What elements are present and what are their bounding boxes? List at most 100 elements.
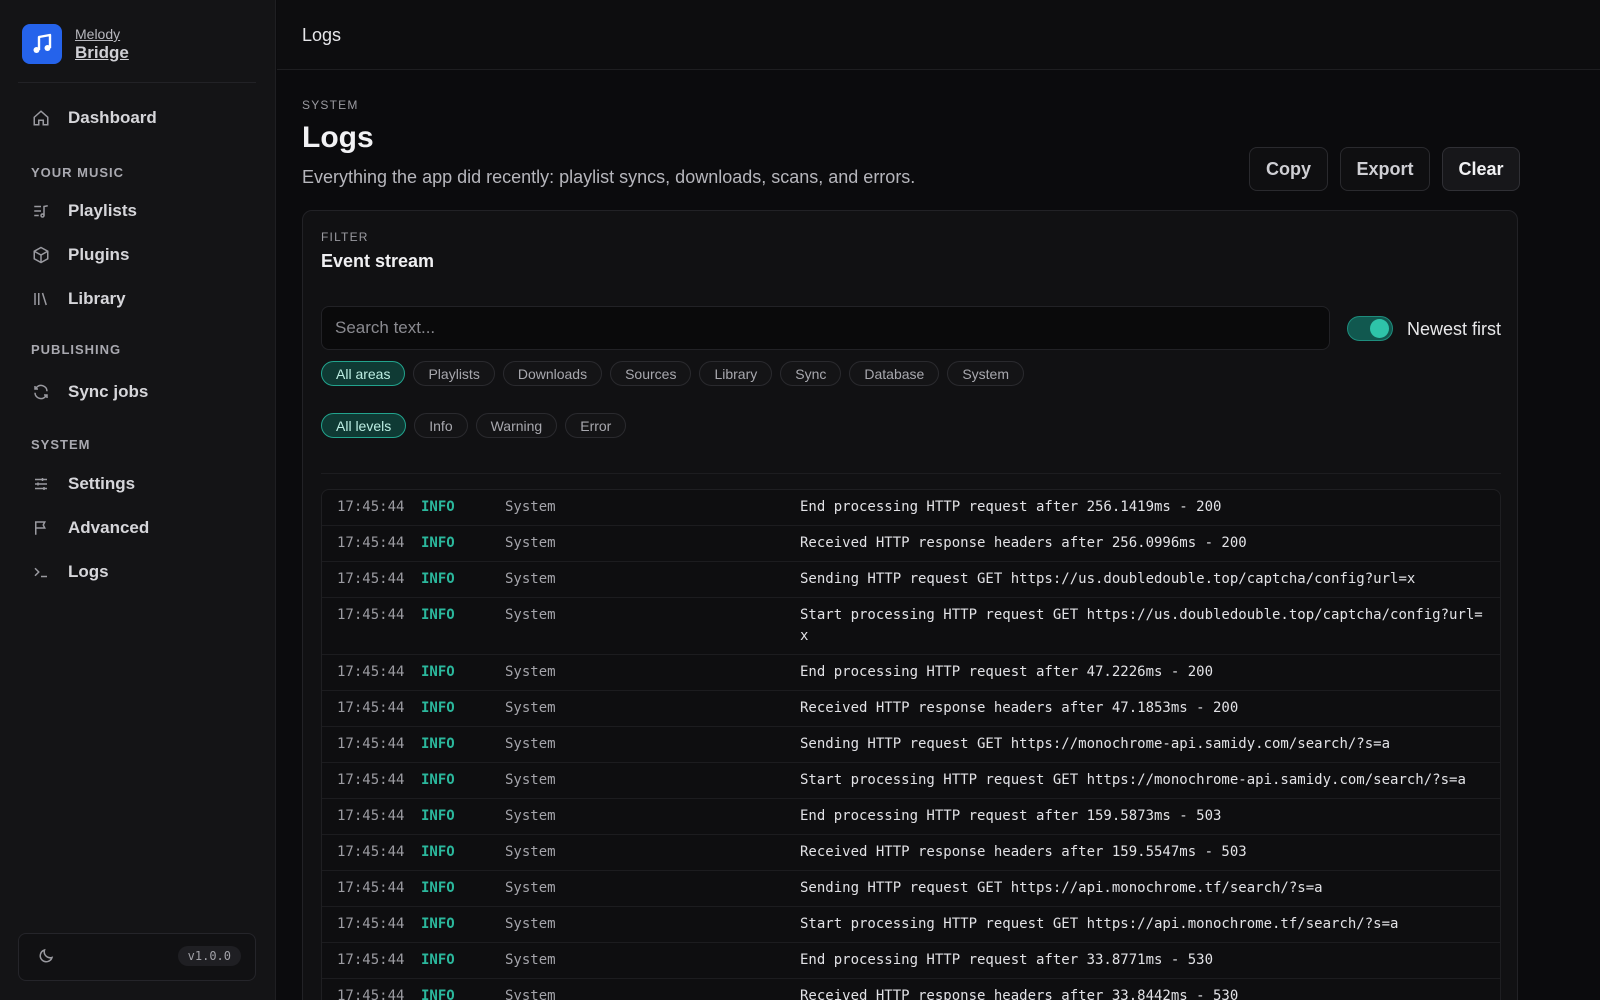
log-level: INFO [421,880,455,896]
log-area: System [505,535,556,551]
log-row: 17:45:44 INFO System Sending HTTP request G… [322,562,1500,598]
sidebar-item-label: Settings [68,474,136,493]
log-area: System [505,988,556,1000]
sidebar-item-plugins[interactable]: Plugins [18,237,256,273]
log-area: System [505,844,556,860]
sidebar-item-advanced[interactable]: Advanced [18,510,256,546]
log-message: Received HTTP response headers after 256… [800,535,1247,551]
moon-icon[interactable] [37,947,57,967]
playlist-icon [30,200,52,222]
area-chip-system[interactable]: System [947,361,1024,386]
log-time: 17:45:44 [337,535,405,551]
log-time: 17:45:44 [337,571,405,587]
music-note-icon [22,24,62,64]
area-chip-library[interactable]: Library [699,361,773,386]
search-input[interactable] [321,306,1330,350]
area-chip-all-areas[interactable]: All areas [321,361,406,386]
area-filter-chips: All areas Playlists Downloads Sources Librar… [321,361,1024,386]
version-badge: v1.0.0 [177,946,241,966]
area-chip-sync[interactable]: Sync [780,361,842,386]
log-message: Received HTTP response headers after 47.… [800,700,1239,716]
sidebar-item-label: Plugins [68,245,130,264]
level-chip-warning[interactable]: Warning [475,413,558,438]
log-level: INFO [421,499,455,515]
sidebar-item-playlists[interactable]: Playlists [18,193,256,229]
panel-title: Event stream [321,251,435,271]
log-message: Received HTTP response headers after 33.… [800,988,1239,1000]
sidebar-item-logs[interactable]: Logs [18,554,256,590]
log-level: INFO [421,571,455,587]
newest-first-toggle[interactable] [1347,316,1393,341]
log-row: 17:45:44 INFO System End processing HTTP re… [322,490,1500,526]
log-time: 17:45:44 [337,499,405,515]
sidebar-item-label: Sync jobs [68,382,149,401]
flag-icon [30,517,52,539]
log-area: System [505,700,556,716]
log-level: INFO [421,844,455,860]
log-level: INFO [421,916,455,932]
clear-button[interactable]: Clear [1442,147,1520,191]
library-icon [30,288,52,310]
log-time: 17:45:44 [337,772,405,788]
log-level: INFO [421,664,455,680]
log-level: INFO [421,736,455,752]
log-time: 17:45:44 [337,844,405,860]
log-level: INFO [421,535,455,551]
brand[interactable]: Melody Bridge [22,24,129,64]
sidebar-item-label: Logs [68,562,109,581]
log-level: INFO [421,808,455,824]
log-row: 17:45:44 INFO System Received HTTP response… [322,691,1500,727]
sidebar: Melody Bridge Dashboard YOUR MUSIC Playl… [0,0,276,1000]
log-message: Sending HTTP request GET https://monochr… [800,736,1391,752]
sidebar-item-settings[interactable]: Settings [18,466,256,502]
level-chip-error[interactable]: Error [565,413,627,438]
area-chip-downloads[interactable]: Downloads [502,361,603,386]
log-row: 17:45:44 INFO System Sending HTTP request G… [322,727,1500,763]
log-time: 17:45:44 [337,607,405,623]
sidebar-item-label: Playlists [68,201,137,220]
level-chip-all-levels[interactable]: All levels [321,413,407,438]
sidebar-item-dashboard[interactable]: Dashboard [18,100,256,136]
log-area: System [505,607,556,623]
nav-section-heading: SYSTEM [31,437,91,452]
event-stream-panel: FILTER Event stream Newest first All are… [302,210,1518,1000]
log-message: Start processing HTTP request GET https:… [800,772,1466,788]
newest-first-label: Newest first [1407,319,1502,339]
log-row: 17:45:44 INFO System Sending HTTP request G… [322,871,1500,907]
log-level: INFO [421,952,455,968]
log-area: System [505,952,556,968]
refresh-icon [30,381,52,403]
main-content: SYSTEM Logs Everything the app did recen… [277,71,1600,1000]
sidebar-item-sync-jobs[interactable]: Sync jobs [18,374,256,410]
brand-name-line1: Melody [75,26,121,42]
area-chip-playlists[interactable]: Playlists [413,361,495,386]
sidebar-item-label: Advanced [68,518,150,537]
page-overline: SYSTEM [302,98,359,112]
log-row: 17:45:44 INFO System Start processing HTTP … [322,763,1500,799]
terminal-icon [30,561,52,583]
log-area: System [505,664,556,680]
export-button[interactable]: Export [1340,147,1430,191]
divider [18,82,256,83]
nav-section-heading: PUBLISHING [31,342,122,357]
log-level: INFO [421,772,455,788]
area-chip-database[interactable]: Database [849,361,940,386]
log-table: 17:45:44 INFO System End processing HTTP re… [321,489,1501,1000]
topbar-title: Logs [302,25,342,45]
log-area: System [505,571,556,587]
copy-button[interactable]: Copy [1249,147,1328,191]
home-icon [30,107,52,129]
log-area: System [505,772,556,788]
nav-section-heading: YOUR MUSIC [31,165,125,180]
sidebar-item-label: Library [68,289,126,308]
area-chip-sources[interactable]: Sources [610,361,692,386]
log-time: 17:45:44 [337,664,405,680]
log-row: 17:45:44 INFO System Received HTTP response… [322,835,1500,871]
panel-overline: FILTER [321,230,369,244]
sidebar-item-library[interactable]: Library [18,281,256,317]
log-level: INFO [421,607,455,623]
level-chip-info[interactable]: Info [414,413,468,438]
log-message: End processing HTTP request after 159.58… [800,808,1222,824]
log-message: End processing HTTP request after 47.222… [800,664,1214,680]
page-description: Everything the app did recently: playlis… [302,167,916,187]
